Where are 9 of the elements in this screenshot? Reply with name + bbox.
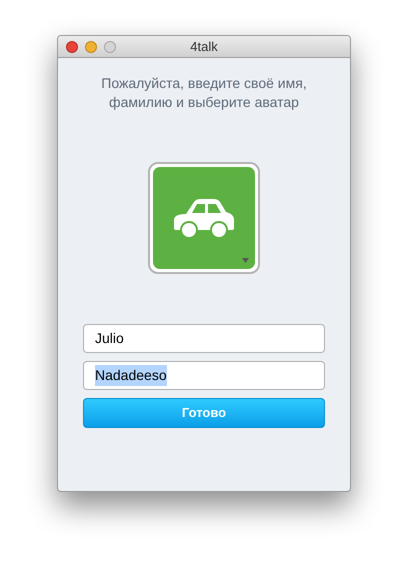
input-field[interactable]: Julio [83, 324, 325, 353]
car-icon [172, 196, 236, 240]
input-field[interactable]: Nadadeeso [83, 361, 325, 390]
zoom-button[interactable] [104, 40, 116, 52]
window-title: 4talk [190, 38, 218, 56]
close-button[interactable] [66, 40, 78, 52]
instruction-text: Пожалуйста, введите своё имя, фамилию и выберите аватар [100, 74, 308, 112]
minimize-button[interactable] [85, 40, 97, 52]
dropdown-caret-icon [242, 258, 249, 263]
